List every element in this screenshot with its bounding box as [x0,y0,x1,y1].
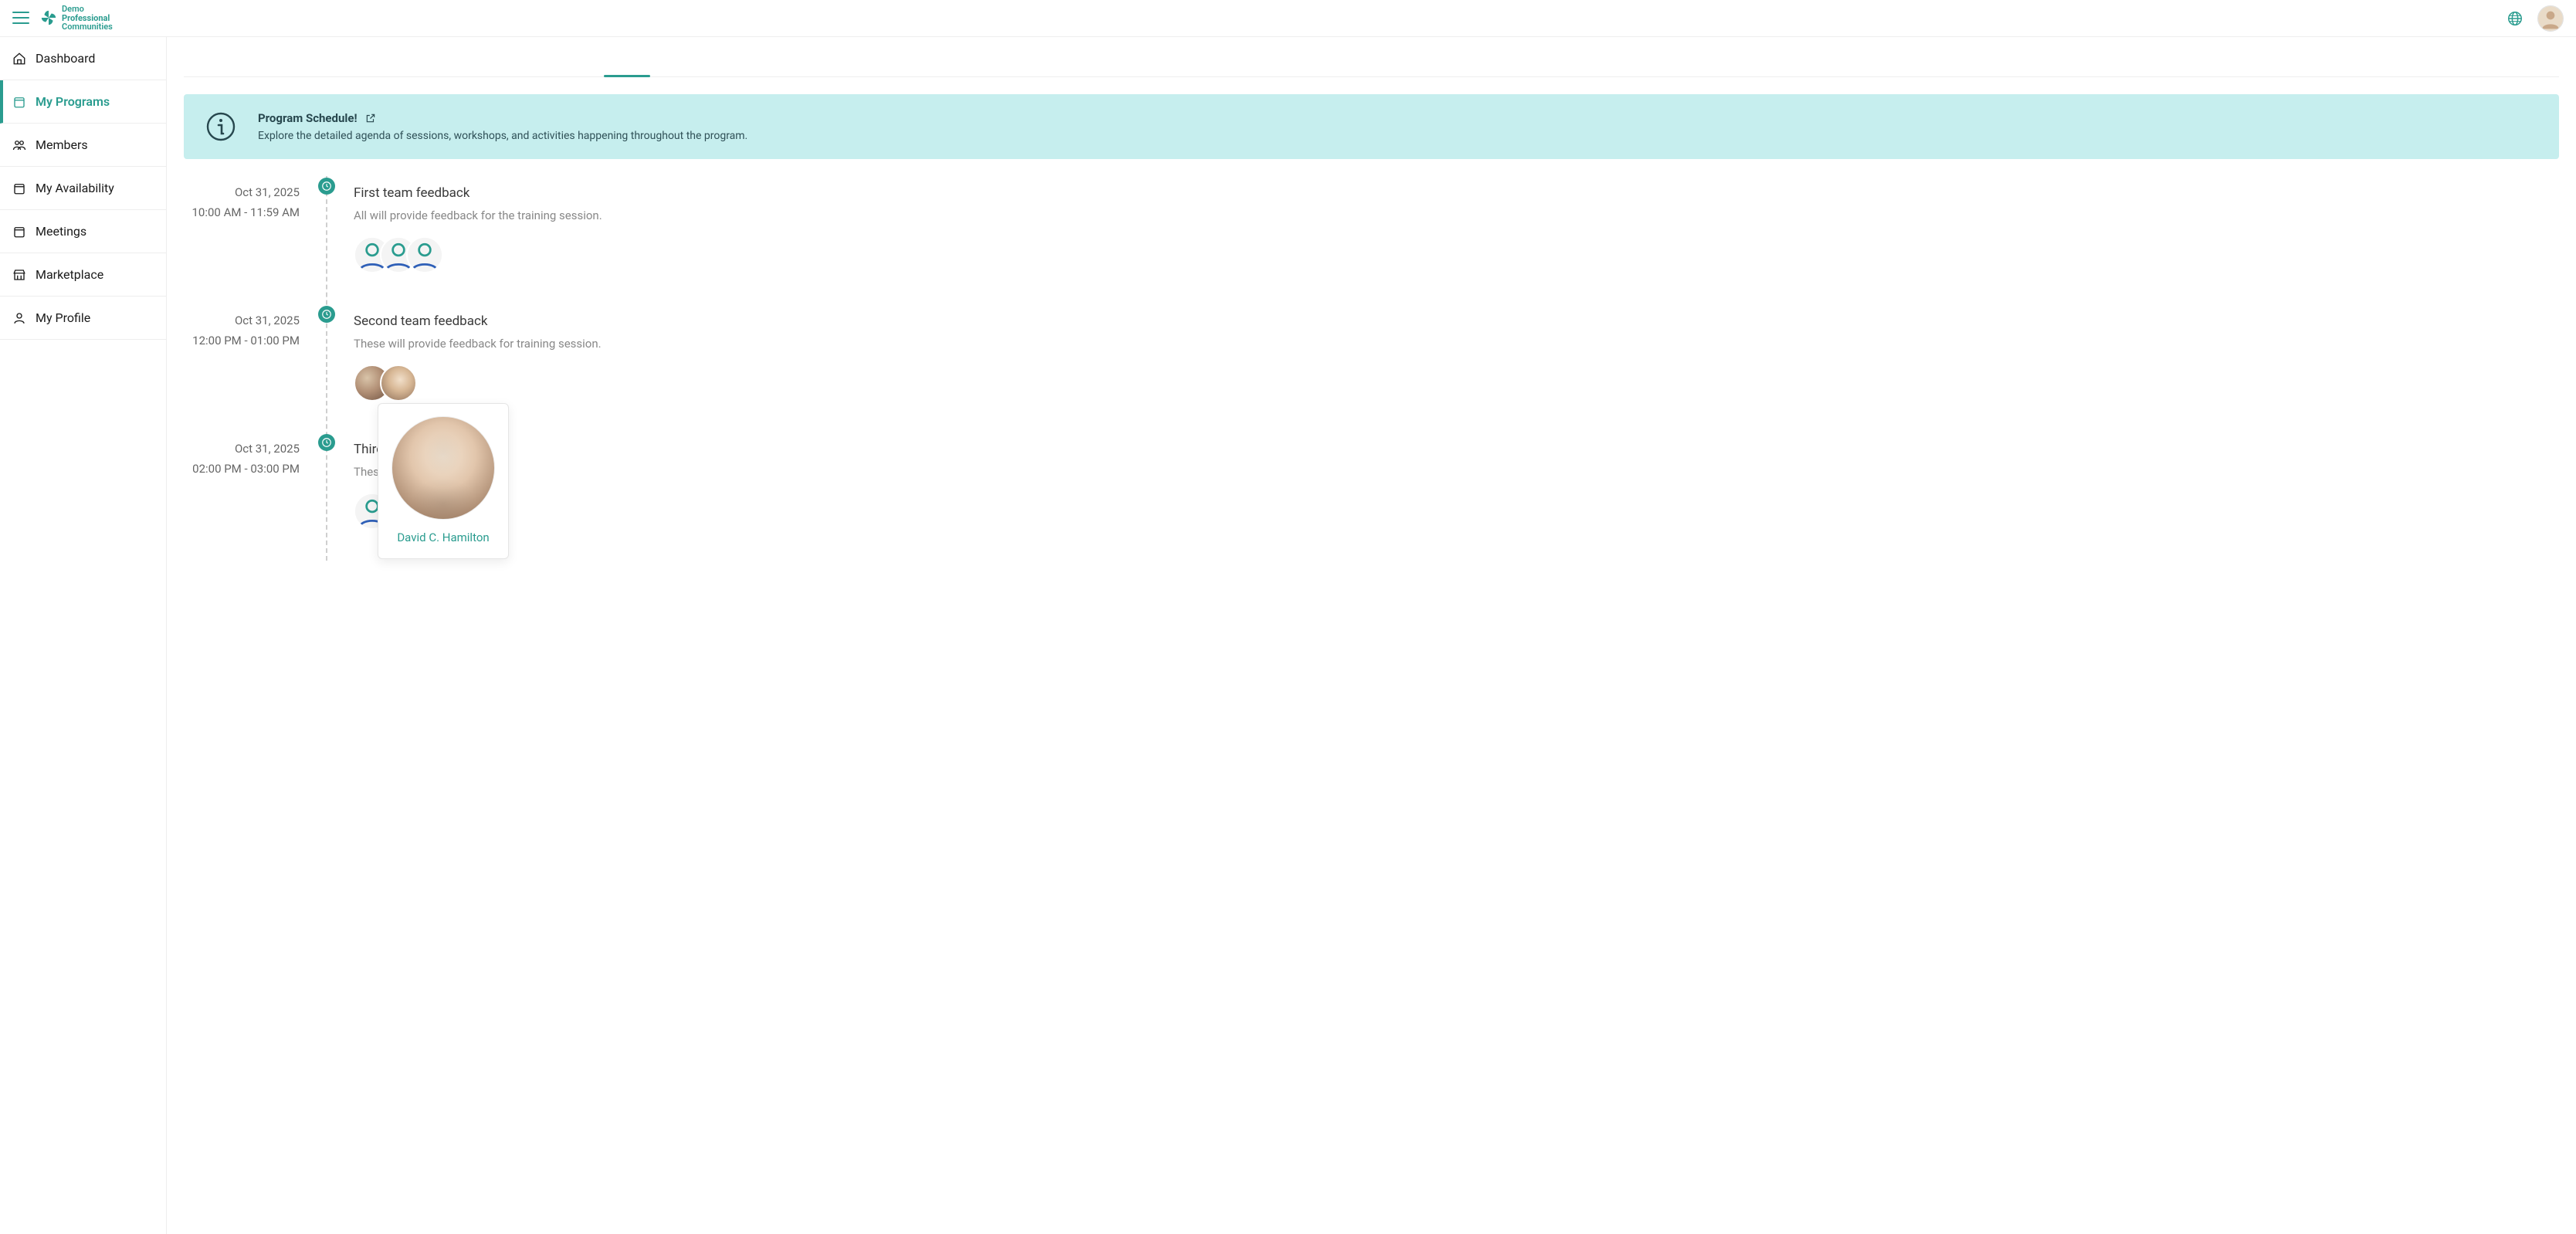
info-banner-title: Program Schedule! [258,111,358,125]
timeline-event: Oct 31, 2025 10:00 AM - 11:59 AM First t… [184,176,2559,304]
external-link-icon[interactable] [365,113,376,124]
event-participants [354,236,2559,273]
timeline-event: Oct 31, 2025 12:00 PM - 01:00 PM Second … [184,304,2559,432]
brand-text: Demo Professional Communities [62,5,113,32]
event-body: First team feedback All will provide fee… [315,185,2559,273]
event-datetime: Oct 31, 2025 12:00 PM - 01:00 PM [184,314,315,402]
event-time: 02:00 PM - 03:00 PM [184,462,300,476]
event-body: Second team feedback These will provide … [315,314,2559,402]
sidebar-item-label: Marketplace [36,267,103,282]
user-placeholder-icon [408,238,442,272]
topbar: Demo Professional Communities [0,0,2576,37]
event-title: First team feedback [354,185,2559,201]
event-title: Second team feedback [354,314,2559,329]
avatar-icon [2538,5,2563,32]
pinwheel-icon [40,9,57,26]
event-participants [354,493,2559,530]
users-icon [12,138,26,152]
event-date: Oct 31, 2025 [184,314,300,327]
brand-line3: Communities [62,22,113,32]
event-body: Third Thes [315,442,2559,530]
sidebar-item-my-profile[interactable]: My Profile [0,297,166,340]
sidebar: Dashboard My Programs Members My Availab… [0,37,167,1234]
menu-toggle-button[interactable] [12,12,29,24]
sidebar-item-label: Members [36,137,88,152]
event-desc: These will provide feedback for training… [354,337,2559,351]
sidebar-item-meetings[interactable]: Meetings [0,210,166,253]
event-desc: All will provide feedback for the traini… [354,208,2559,222]
calendar-icon [12,95,26,109]
sidebar-item-my-programs[interactable]: My Programs [0,80,166,124]
main-content: Program Schedule! Explore the detailed a… [167,37,2576,1234]
user-popover: David C. Hamilton [378,403,509,559]
event-date: Oct 31, 2025 [184,185,300,199]
topbar-left: Demo Professional Communities [12,5,113,32]
info-icon [205,111,236,142]
topbar-right [2507,5,2564,32]
active-tab-indicator [604,75,650,77]
info-banner-title-row: Program Schedule! [258,111,747,125]
popover-user-name[interactable]: David C. Hamilton [397,531,489,544]
calendar-icon [12,225,26,239]
participant-avatar[interactable] [380,364,417,402]
store-icon [12,268,26,282]
event-time: 12:00 PM - 01:00 PM [184,334,300,347]
brand-logo[interactable]: Demo Professional Communities [40,5,113,32]
popover-avatar[interactable] [391,416,495,520]
sidebar-item-label: Dashboard [36,51,95,66]
brand-line1: Demo [62,5,113,14]
timeline: Oct 31, 2025 10:00 AM - 11:59 AM First t… [184,176,2559,561]
language-button[interactable] [2507,10,2523,27]
sidebar-item-marketplace[interactable]: Marketplace [0,253,166,297]
event-desc: Thes [354,465,2559,479]
event-title: Third [354,442,2559,457]
home-icon [12,52,26,66]
user-avatar-button[interactable] [2537,5,2564,32]
info-banner-body: Program Schedule! Explore the detailed a… [258,111,747,142]
event-participants: David C. Hamilton [354,364,2559,402]
layout: Dashboard My Programs Members My Availab… [0,37,2576,1234]
participant-avatar[interactable] [406,236,443,273]
info-banner: Program Schedule! Explore the detailed a… [184,94,2559,159]
event-date: Oct 31, 2025 [184,442,300,456]
sidebar-item-members[interactable]: Members [0,124,166,167]
sidebar-item-label: My Availability [36,181,114,195]
timeline-event: Oct 31, 2025 02:00 PM - 03:00 PM Third T… [184,432,2559,561]
sidebar-item-label: Meetings [36,224,86,239]
calendar-icon [12,181,26,195]
event-time: 10:00 AM - 11:59 AM [184,205,300,219]
event-datetime: Oct 31, 2025 10:00 AM - 11:59 AM [184,185,315,273]
user-icon [12,311,26,325]
sidebar-item-label: My Profile [36,310,90,325]
info-banner-desc: Explore the detailed agenda of sessions,… [258,130,747,142]
sidebar-item-dashboard[interactable]: Dashboard [0,37,166,80]
sidebar-item-my-availability[interactable]: My Availability [0,167,166,210]
sidebar-item-label: My Programs [36,94,110,109]
event-datetime: Oct 31, 2025 02:00 PM - 03:00 PM [184,442,315,530]
tab-bar [184,37,2559,77]
